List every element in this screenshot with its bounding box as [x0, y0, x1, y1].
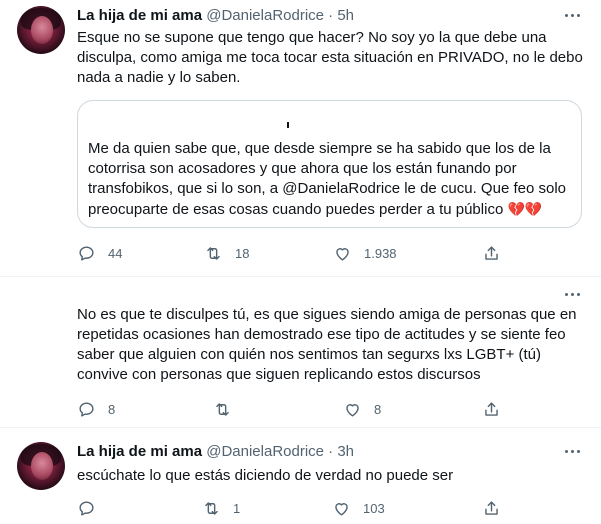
like-button[interactable]: 1.938	[333, 243, 397, 263]
tweet-text: escúchate lo que estás diciendo de verda…	[77, 467, 454, 484]
like-count: 103	[363, 500, 385, 516]
like-count: 8	[374, 401, 382, 417]
retweet-button[interactable]: 1	[202, 498, 240, 518]
tweet-1[interactable]: La hija de mi ama @DanielaRodrice · 5h E…	[0, 0, 601, 276]
reply-button[interactable]: 44	[77, 243, 122, 263]
tweet-2[interactable]: No es que te disculpes tú, es que sigues…	[0, 277, 601, 427]
reply-count: 44	[108, 245, 123, 261]
more-icon[interactable]	[563, 6, 583, 26]
share-button[interactable]	[482, 498, 501, 518]
quote-text-block: Me da quien sabe que, que desde siempre …	[88, 139, 573, 220]
timestamp[interactable]: 3h	[337, 443, 354, 460]
quote-text: Me da quien sabe que, que desde siempre …	[88, 140, 566, 218]
user-handle[interactable]: @DanielaRodrice	[206, 443, 324, 460]
more-icon[interactable]	[563, 442, 583, 462]
share-icon	[485, 245, 498, 260]
retweet-icon	[216, 402, 229, 416]
display-name[interactable]: La hija de mi ama	[77, 443, 202, 460]
separator-dot: ·	[328, 443, 334, 460]
timestamp[interactable]: 5h	[337, 7, 354, 24]
reply-count: 8	[108, 401, 116, 417]
broken-heart-emoji: 💔💔	[507, 201, 543, 217]
reply-icon	[79, 245, 94, 261]
display-name[interactable]: La hija de mi ama	[77, 7, 202, 24]
tweet-actions: 44 18 1.938	[77, 243, 582, 263]
retweet-button[interactable]	[213, 399, 244, 419]
avatar-face	[31, 16, 53, 44]
avatar[interactable]	[17, 442, 65, 490]
user-handle[interactable]: @DanielaRodrice	[206, 7, 324, 24]
like-icon	[335, 502, 348, 516]
share-icon	[485, 500, 498, 515]
like-button[interactable]: 8	[343, 399, 381, 419]
retweet-icon	[205, 501, 218, 515]
reply-icon	[79, 401, 94, 417]
tweet-text: Esque no se supone que tengo que hacer? …	[77, 29, 583, 86]
tweet-actions: 8 8	[77, 399, 582, 419]
retweet-count: 1	[233, 500, 241, 516]
reply-icon	[79, 500, 94, 516]
quote-header-mark	[287, 122, 289, 128]
retweet-count: 18	[235, 245, 250, 261]
more-icon[interactable]	[563, 285, 583, 305]
retweet-button[interactable]: 18	[204, 243, 249, 263]
tweet-text: No es que te disculpes tú, es que sigues…	[77, 306, 577, 383]
tweet-header: La hija de mi ama @DanielaRodrice · 5h	[77, 6, 354, 26]
like-count: 1.938	[364, 245, 397, 261]
share-icon	[485, 401, 498, 416]
share-button[interactable]	[482, 243, 501, 263]
avatar[interactable]	[17, 6, 65, 54]
tweet-header: La hija de mi ama @DanielaRodrice · 3h	[77, 442, 354, 462]
quoted-tweet[interactable]: Me da quien sabe que, que desde siempre …	[77, 100, 582, 228]
avatar-face	[31, 452, 53, 480]
reply-button[interactable]: 8	[77, 399, 115, 419]
separator-dot: ·	[328, 7, 334, 24]
like-icon	[346, 403, 359, 417]
like-button[interactable]: 103	[332, 498, 385, 518]
like-icon	[336, 247, 349, 261]
tweet-3[interactable]: La hija de mi ama @DanielaRodrice · 3h e…	[0, 428, 601, 524]
share-button[interactable]	[482, 399, 501, 419]
retweet-icon	[207, 246, 220, 260]
tweet-actions: 1 103	[77, 498, 582, 518]
reply-button[interactable]	[77, 498, 108, 518]
